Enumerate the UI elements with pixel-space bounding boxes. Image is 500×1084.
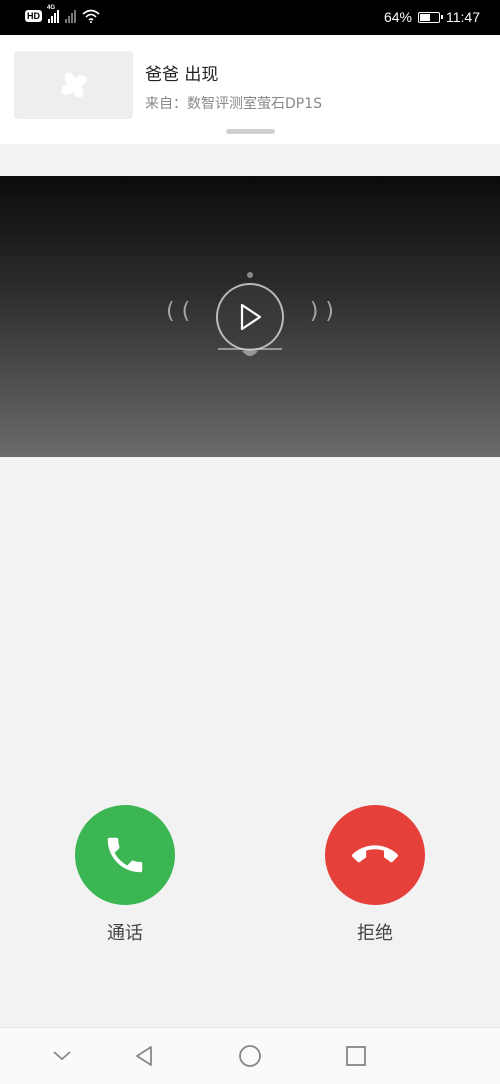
reject-call-label: 拒绝 (357, 923, 393, 944)
status-right: 64% 11:47 (384, 9, 480, 25)
network-type-label: 4G (47, 5, 56, 11)
navigation-bar (0, 1027, 500, 1084)
play-button[interactable] (216, 283, 284, 351)
status-left: HD 4G (25, 5, 100, 23)
play-icon (240, 303, 262, 331)
notification-title: 爸爸 出现 (145, 65, 219, 85)
collapse-icon (53, 1051, 71, 1061)
recents-icon (346, 1046, 366, 1066)
battery-icon (418, 11, 443, 23)
notification-subtitle: 来自：数智评测室萤石DP1S (145, 96, 323, 112)
accept-call-button[interactable] (75, 805, 175, 905)
video-preview[interactable]: ( ( ) ) (0, 176, 500, 457)
accept-call: 通话 (75, 805, 175, 945)
hd-badge: HD (25, 10, 42, 22)
doorbell-indicator: ( ( ) ) (160, 269, 340, 369)
notification-thumbnail (14, 51, 133, 119)
home-button[interactable] (236, 1042, 264, 1070)
notification-card[interactable]: 爸爸 出现 来自：数智评测室萤石DP1S (0, 35, 500, 144)
status-bar: HD 4G 64% 11:47 (0, 0, 500, 35)
home-icon (239, 1045, 261, 1067)
fan-logo-icon (60, 72, 87, 98)
collapse-button[interactable] (48, 1042, 76, 1070)
signal-strength-2-icon (65, 9, 76, 23)
reject-call-button[interactable] (325, 805, 425, 905)
sound-wave-right-icon: ) ) (309, 299, 334, 324)
phone-icon (107, 837, 143, 873)
wifi-icon (82, 9, 100, 23)
accept-call-label: 通话 (107, 923, 143, 944)
back-button[interactable] (130, 1042, 158, 1070)
recents-button[interactable] (342, 1042, 370, 1070)
sound-wave-left-icon: ( ( (166, 299, 191, 324)
clock: 11:47 (446, 9, 480, 25)
battery-percent: 64% (383, 9, 412, 25)
back-icon (136, 1046, 152, 1066)
reject-call: 拒绝 (325, 805, 425, 945)
hang-up-icon (352, 845, 398, 863)
signal-strength-icon: 4G (47, 5, 59, 23)
drag-handle[interactable] (226, 129, 275, 134)
